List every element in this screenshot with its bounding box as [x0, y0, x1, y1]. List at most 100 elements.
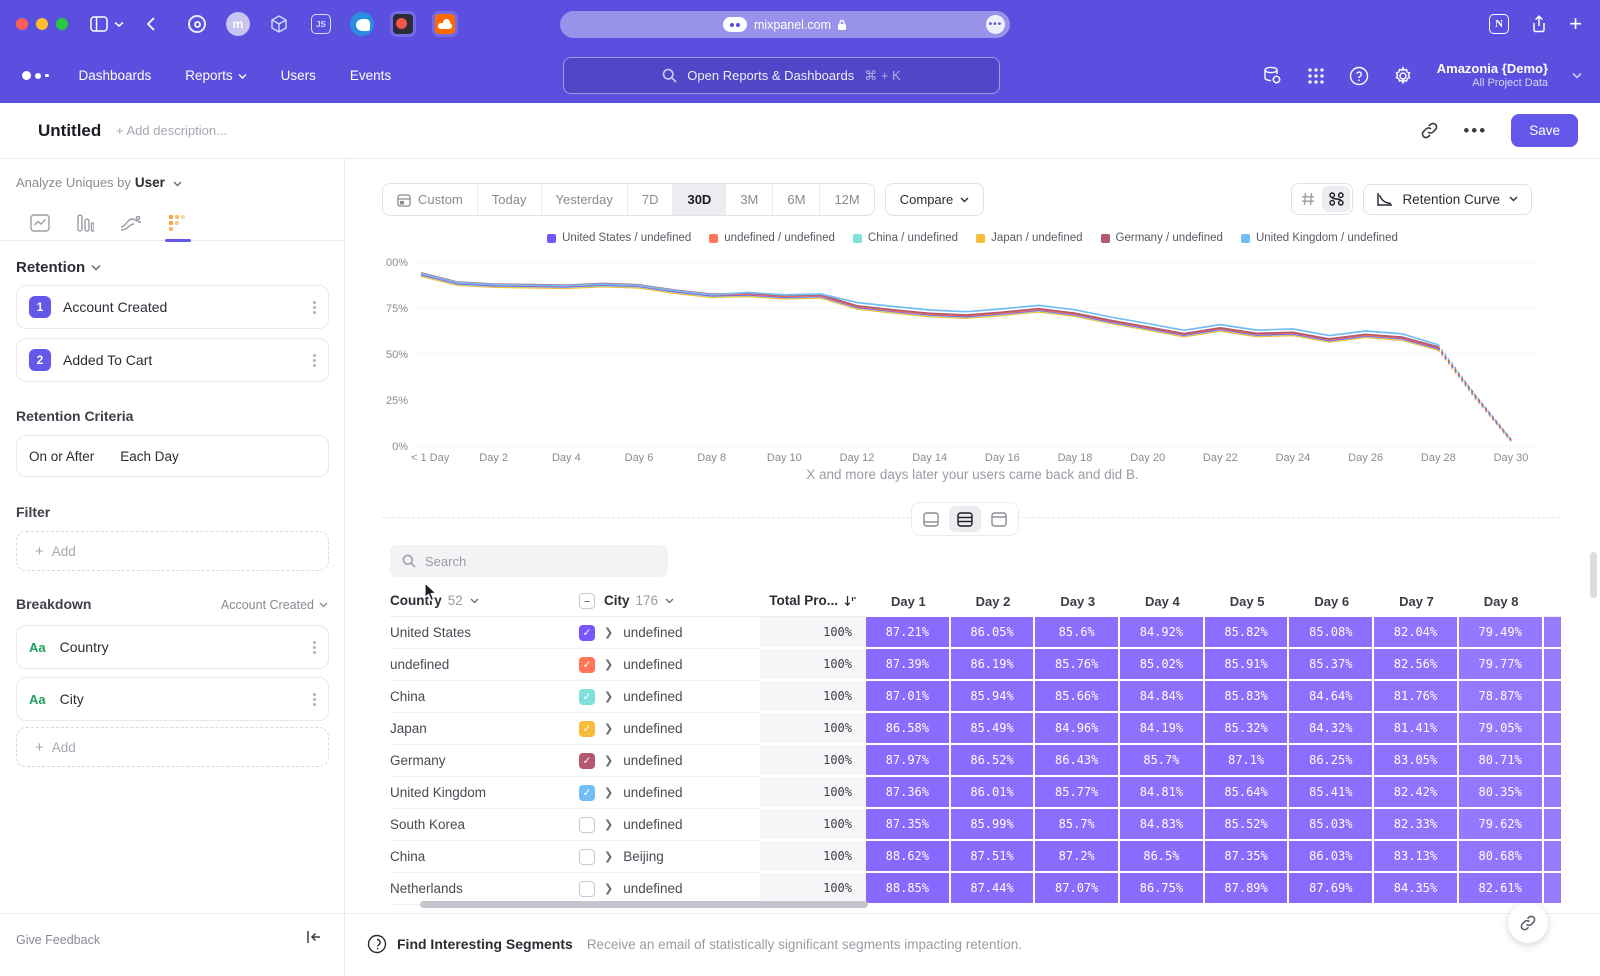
help-icon[interactable] [1349, 66, 1369, 86]
retention-cell[interactable]: 85.6% [1035, 617, 1120, 649]
compare-button[interactable]: Compare [885, 183, 984, 216]
retention-cell[interactable]: 84.83% [1120, 809, 1205, 841]
sidebar-toggle-icon[interactable] [90, 16, 124, 32]
table-row-country[interactable]: undefined [390, 649, 575, 681]
day-column-header[interactable]: Day 3 [1035, 585, 1120, 617]
table-row-country[interactable]: China [390, 681, 575, 713]
nav-item-reports[interactable]: Reports [185, 68, 246, 83]
expand-row-icon[interactable]: ❯ [604, 754, 613, 767]
more-options-icon[interactable]: ••• [1463, 121, 1487, 141]
table-row-city[interactable]: ❯Beijing [575, 841, 760, 873]
row-checkbox-unchecked[interactable] [579, 817, 595, 833]
breakdown-city[interactable]: Aa City [16, 677, 329, 721]
retention-cell[interactable]: 85.77% [1035, 777, 1120, 809]
legend-item[interactable]: United Kingdom / undefined [1241, 232, 1398, 244]
day-column-header[interactable]: Day 1 [866, 585, 951, 617]
retention-cell[interactable]: 85.7% [1120, 745, 1205, 777]
retention-cell[interactable]: 86.01% [951, 777, 1036, 809]
select-all-checkbox[interactable]: – [579, 593, 595, 609]
retention-cell[interactable]: 85.83% [1205, 681, 1290, 713]
nav-item-events[interactable]: Events [350, 68, 391, 83]
retention-cell[interactable]: 82.04% [1374, 617, 1459, 649]
city-column-header[interactable]: –City176 [575, 585, 760, 617]
table-row-country[interactable]: Japan [390, 713, 575, 745]
table-row-country[interactable]: Germany [390, 745, 575, 777]
tab-flows[interactable] [120, 205, 142, 241]
settings-gear-icon[interactable] [1393, 66, 1413, 86]
day-column-header[interactable]: Day 6 [1289, 585, 1374, 617]
retention-step-2[interactable]: 2 Added To Cart [16, 338, 329, 382]
layout-chart-only-icon[interactable] [915, 506, 947, 532]
maximize-window-button[interactable] [56, 18, 68, 30]
country-column-header[interactable]: Country52 [390, 585, 575, 617]
retention-cell[interactable]: 88.62% [866, 841, 951, 873]
range-6m[interactable]: 6M [773, 184, 820, 215]
range-12m[interactable]: 12M [820, 184, 873, 215]
give-feedback-link[interactable]: Give Feedback [16, 933, 100, 947]
retention-cell[interactable]: 81.76% [1374, 681, 1459, 713]
retention-cell[interactable]: 85.82% [1205, 617, 1290, 649]
data-management-icon[interactable] [1262, 65, 1283, 86]
retention-cell[interactable]: 85.7% [1035, 809, 1120, 841]
layout-table-only-icon[interactable] [983, 506, 1015, 532]
retention-cell[interactable]: 78.87% [1459, 681, 1544, 713]
add-breakdown-button[interactable]: +Add [16, 727, 329, 767]
retention-cell[interactable]: 87.51% [951, 841, 1036, 873]
legend-item[interactable]: Germany / undefined [1101, 232, 1223, 244]
retention-cell[interactable]: 87.1% [1205, 745, 1290, 777]
retention-cell[interactable]: 84.19% [1120, 713, 1205, 745]
retention-cell[interactable]: 84.32% [1289, 713, 1374, 745]
apps-grid-icon[interactable] [1307, 67, 1325, 85]
retention-cell[interactable]: 87.35% [1205, 841, 1290, 873]
table-row-city[interactable]: ✓❯undefined [575, 649, 760, 681]
row-checkbox-unchecked[interactable] [579, 881, 595, 897]
retention-cell[interactable]: 86.03% [1289, 841, 1374, 873]
breakdown-country[interactable]: Aa Country [16, 625, 329, 669]
retention-cell[interactable]: 85.76% [1035, 649, 1120, 681]
day-column-header[interactable]: Day 7 [1374, 585, 1459, 617]
table-row-city[interactable]: ✓❯undefined [575, 713, 760, 745]
retention-cell[interactable]: 85.32% [1205, 713, 1290, 745]
retention-cell[interactable]: 85.99% [951, 809, 1036, 841]
retention-cell[interactable]: 87.39% [866, 649, 951, 681]
retention-cell[interactable]: 87.69% [1289, 873, 1374, 905]
notion-icon[interactable]: N [1489, 14, 1509, 34]
retention-cell[interactable]: 86.75% [1120, 873, 1205, 905]
retention-cell[interactable]: 87.01% [866, 681, 951, 713]
table-row-city[interactable]: ✓❯undefined [575, 777, 760, 809]
retention-cell[interactable]: 79.05% [1459, 713, 1544, 745]
table-row-country[interactable]: China [390, 841, 575, 873]
retention-cell[interactable]: 85.49% [951, 713, 1036, 745]
range-7d[interactable]: 7D [628, 184, 674, 215]
retention-cell[interactable]: 84.92% [1120, 617, 1205, 649]
show-numbers-icon[interactable] [1294, 186, 1322, 212]
address-bar[interactable]: mixpanel.com ••• [560, 11, 1010, 38]
legend-item[interactable]: Japan / undefined [976, 232, 1082, 244]
back-icon[interactable] [146, 16, 156, 32]
step-options-icon[interactable] [313, 301, 316, 314]
tab-retention[interactable] [168, 205, 188, 241]
retention-cell[interactable]: 80.35% [1459, 777, 1544, 809]
segments-title[interactable]: Find Interesting Segments [397, 936, 573, 952]
add-filter-button[interactable]: +Add [16, 531, 329, 571]
retention-cell[interactable]: 85.64% [1205, 777, 1290, 809]
retention-cell[interactable]: 87.44% [951, 873, 1036, 905]
address-more-icon[interactable]: ••• [986, 15, 1005, 34]
layout-split-icon[interactable] [949, 506, 981, 532]
day-column-header[interactable]: Day 8 [1459, 585, 1544, 617]
retention-cell[interactable]: 82.56% [1374, 649, 1459, 681]
global-search-button[interactable]: Open Reports & Dashboards ⌘ + K [563, 57, 1000, 94]
retention-cell[interactable]: 85.02% [1120, 649, 1205, 681]
retention-cell[interactable]: 85.37% [1289, 649, 1374, 681]
retention-cell[interactable]: 86.05% [951, 617, 1036, 649]
day-column-header[interactable]: Day 2 [951, 585, 1036, 617]
retention-cell[interactable]: 85.08% [1289, 617, 1374, 649]
retention-cell[interactable]: 85.91% [1205, 649, 1290, 681]
legend-item[interactable]: undefined / undefined [709, 232, 835, 244]
retention-cell[interactable]: 87.36% [866, 777, 951, 809]
vertical-scrollbar[interactable] [1590, 552, 1597, 598]
soundcloud-icon[interactable] [432, 11, 458, 37]
retention-cell[interactable]: 82.42% [1374, 777, 1459, 809]
bird-icon[interactable] [350, 12, 374, 36]
retention-cell[interactable]: 84.84% [1120, 681, 1205, 713]
